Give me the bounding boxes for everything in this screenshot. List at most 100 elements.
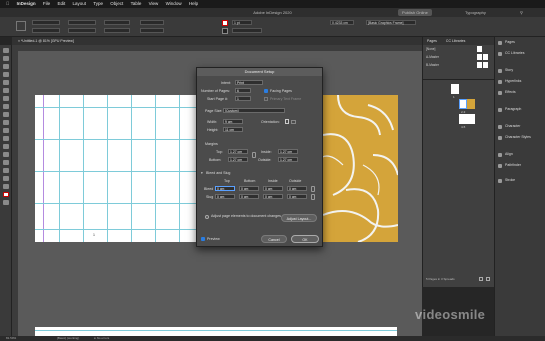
rotate-field[interactable]	[140, 20, 164, 25]
intent-select[interactable]: Print	[235, 80, 263, 85]
fill-swatch-icon[interactable]	[222, 20, 228, 26]
page-tool-icon[interactable]	[2, 64, 9, 69]
ok-button[interactable]: OK	[291, 235, 319, 243]
page-size-select[interactable]: [Custom]	[223, 108, 285, 113]
panel-pages[interactable]: Pages	[495, 37, 545, 48]
pencil-tool-icon[interactable]	[2, 112, 9, 117]
height-field[interactable]: 11 cm	[223, 127, 243, 132]
panel-pathfinder[interactable]: Pathfinder	[495, 160, 545, 171]
close-icon[interactable]: ×	[18, 39, 20, 43]
page-thumb-2[interactable]	[459, 99, 467, 109]
scissors-tool-icon[interactable]	[2, 136, 9, 141]
panel-story[interactable]: Story	[495, 65, 545, 76]
menu-item-object[interactable]: Object	[110, 0, 123, 8]
menu-item-file[interactable]: File	[43, 0, 50, 8]
apple-icon[interactable]: 	[6, 0, 9, 8]
publish-online-button[interactable]: Publish Online	[398, 9, 432, 16]
gradient-tool-icon[interactable]	[2, 152, 9, 157]
landscape-icon[interactable]	[291, 120, 296, 124]
y-field[interactable]	[32, 28, 60, 33]
bleed-top-field[interactable]: 0 cm	[215, 186, 235, 191]
menu-item-help[interactable]: Help	[189, 0, 198, 8]
selection-tool-icon[interactable]	[2, 48, 9, 53]
panel-stroke[interactable]: Stroke	[495, 175, 545, 186]
master-a[interactable]: A-Master	[423, 53, 494, 61]
scale-x-field[interactable]	[104, 20, 130, 25]
panel-paragraph[interactable]: Paragraph	[495, 104, 545, 115]
menu-item-edit[interactable]: Edit	[57, 0, 65, 8]
tab-cc-libraries[interactable]: CC Libraries	[446, 39, 465, 43]
w-field[interactable]	[68, 20, 96, 25]
gap-tool-icon[interactable]	[2, 72, 9, 77]
menu-item-layout[interactable]: Layout	[72, 0, 86, 8]
zoom-level[interactable]: 81.59%	[6, 336, 16, 340]
page-thumb-3[interactable]	[467, 99, 475, 109]
pen-tool-icon[interactable]	[2, 104, 9, 109]
bottom-margin-field[interactable]: 1,27 cm	[228, 157, 248, 162]
reference-point-icon[interactable]	[16, 21, 26, 31]
menu-item-view[interactable]: View	[149, 0, 159, 8]
screen-mode-icon[interactable]	[2, 200, 9, 205]
scale-y-field[interactable]	[104, 28, 130, 33]
panel-align[interactable]: Align	[495, 149, 545, 160]
stroke-type-select[interactable]	[232, 28, 262, 33]
page-thumb-5[interactable]	[467, 114, 475, 124]
zoom-tool-icon[interactable]	[2, 184, 9, 189]
document-tab[interactable]: × *Untitled-1 @ 81% [GPU Preview]	[12, 37, 422, 45]
tab-pages[interactable]: Pages	[427, 39, 437, 43]
line-tool-icon[interactable]	[2, 96, 9, 101]
trash-icon[interactable]	[486, 277, 490, 281]
inside-margin-field[interactable]: 1,27 cm	[278, 149, 298, 154]
frame-offset-field[interactable]: 0.4233 cm	[330, 20, 354, 25]
bleed-outside-field[interactable]: 0 cm	[287, 186, 307, 191]
object-style-select[interactable]: [Basic Graphics Frame]	[366, 20, 416, 25]
link-margins-icon[interactable]	[252, 152, 256, 158]
preview-checkbox[interactable]	[201, 237, 205, 241]
stroke-weight-field[interactable]: 1 pt	[232, 20, 252, 25]
stroke-swatch-icon[interactable]	[222, 28, 228, 34]
start-page-field[interactable]: 1	[235, 96, 251, 101]
outside-margin-field[interactable]: 1,27 cm	[278, 157, 298, 162]
menu-item-table[interactable]: Table	[131, 0, 142, 8]
menu-item-window[interactable]: Window	[166, 0, 182, 8]
eyedropper-tool-icon[interactable]	[2, 168, 9, 173]
type-tool-icon[interactable]	[2, 88, 9, 93]
slug-outside-field[interactable]: 0 cm	[287, 194, 307, 199]
primary-frame-checkbox[interactable]	[264, 97, 268, 101]
panel-effects[interactable]: Effects	[495, 87, 545, 98]
fill-stroke-icon[interactable]	[2, 192, 9, 197]
new-page-icon[interactable]	[479, 277, 483, 281]
search-icon[interactable]: ⚲	[520, 8, 523, 17]
page-thumb-1[interactable]	[451, 84, 459, 94]
menu-item-type[interactable]: Type	[93, 0, 103, 8]
page-1[interactable]: 1	[35, 95, 196, 242]
facing-pages-checkbox[interactable]	[264, 89, 268, 93]
master-b[interactable]: B-Master	[423, 61, 494, 69]
x-field[interactable]	[32, 20, 60, 25]
link-slug-icon[interactable]	[311, 194, 315, 200]
page-3[interactable]	[35, 327, 397, 336]
workspace-switcher[interactable]: Typography	[465, 8, 486, 17]
hand-tool-icon[interactable]	[2, 176, 9, 181]
master-none[interactable]: [None]	[423, 45, 494, 53]
h-field[interactable]	[68, 28, 96, 33]
portrait-icon[interactable]	[285, 119, 289, 124]
adjust-layout-button[interactable]: Adjust Layout...	[281, 214, 317, 222]
shear-field[interactable]	[140, 28, 164, 33]
content-collector-icon[interactable]	[2, 80, 9, 85]
bleed-slug-toggle-icon[interactable]: ▾	[201, 171, 203, 175]
panel-character-styles[interactable]: Character Styles	[495, 132, 545, 143]
cancel-button[interactable]: Cancel	[261, 235, 287, 243]
page-2-pattern[interactable]	[318, 95, 398, 242]
bleed-inside-field[interactable]: 0 cm	[263, 186, 283, 191]
width-field[interactable]: 9 cm	[223, 119, 243, 124]
preflight-profile[interactable]: [Basic] (working)	[57, 336, 79, 340]
rectangle-frame-tool-icon[interactable]	[2, 120, 9, 125]
num-pages-field[interactable]: 6	[235, 88, 251, 93]
top-margin-field[interactable]: 1,27 cm	[228, 149, 248, 154]
panel-cc-libraries[interactable]: CC Libraries	[495, 48, 545, 59]
menu-item-indesign[interactable]: InDesign	[17, 0, 36, 8]
rectangle-tool-icon[interactable]	[2, 128, 9, 133]
direct-selection-tool-icon[interactable]	[2, 56, 9, 61]
link-bleed-icon[interactable]	[311, 186, 315, 192]
